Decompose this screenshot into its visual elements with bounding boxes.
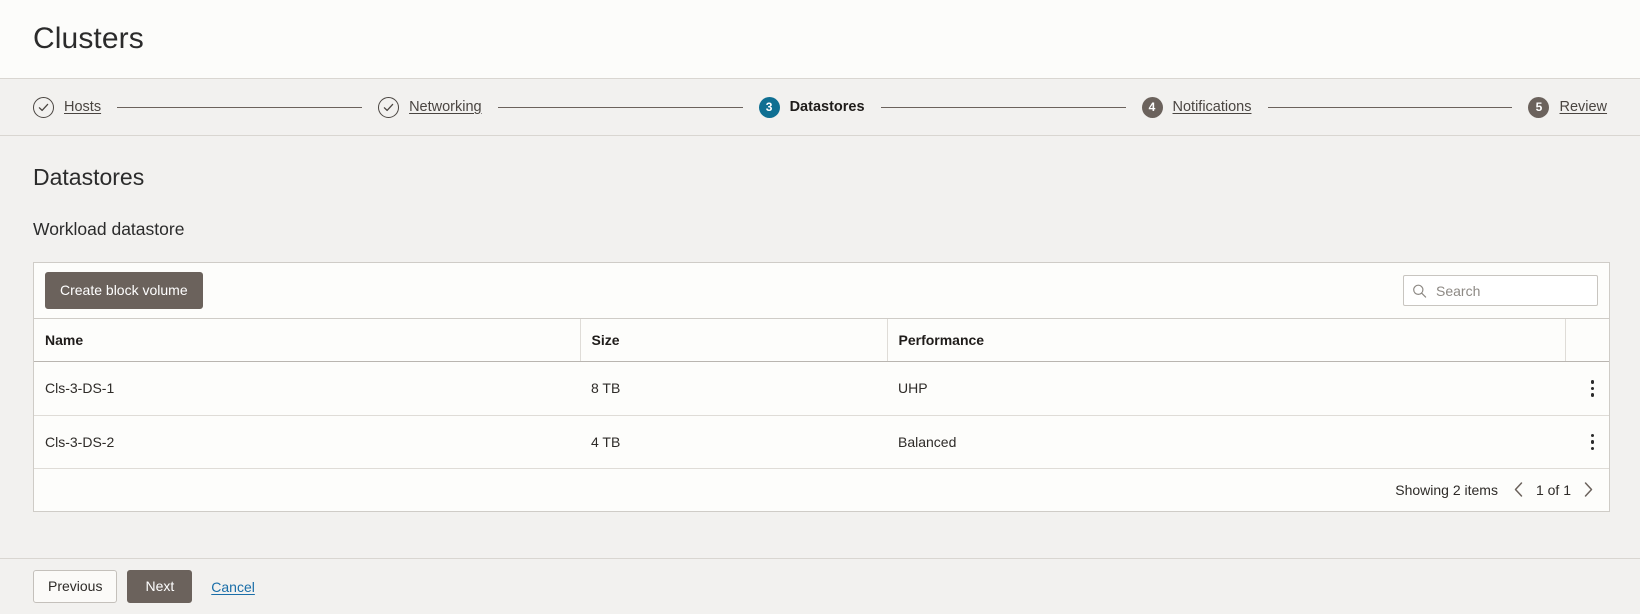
wizard-step-datastores-label: Datastores <box>789 99 865 115</box>
showing-items-text: Showing 2 items <box>1395 481 1498 498</box>
datastores-table: Name Size Performance Cls-3-DS-1 8 TB UH… <box>34 319 1609 469</box>
step-marker-number-3: 3 <box>758 96 780 118</box>
step-marker-number-4: 4 <box>1141 96 1163 118</box>
wizard-step-hosts-label[interactable]: Hosts <box>64 99 101 115</box>
wizard-step-datastores[interactable]: 3 Datastores <box>758 96 865 118</box>
step-connector-2 <box>497 106 743 108</box>
table-body: Cls-3-DS-1 8 TB UHP Cls-3-DS-2 4 TB Bala… <box>34 361 1609 469</box>
wizard-step-hosts[interactable]: Hosts <box>33 96 101 118</box>
wizard-stepper: Hosts Networking 3 Datastores 4 Notifica… <box>0 79 1640 136</box>
page-indicator: 1 of 1 <box>1535 481 1571 498</box>
chevron-left-icon[interactable] <box>1512 481 1525 498</box>
clusters-wizard-page: Clusters Hosts Networking 3 Datastores 4… <box>0 0 1640 614</box>
cell-performance: Balanced <box>887 415 1565 469</box>
cell-size: 4 TB <box>580 415 887 469</box>
step-marker-number-5: 5 <box>1528 96 1550 118</box>
page-title: Clusters <box>33 22 144 55</box>
wizard-step-review-label[interactable]: Review <box>1559 99 1607 115</box>
datagrid-toolbar: Create block volume <box>34 263 1609 319</box>
column-header-name[interactable]: Name <box>34 319 581 362</box>
cell-size: 8 TB <box>580 361 887 416</box>
wizard-step-networking-label[interactable]: Networking <box>409 99 482 115</box>
wizard-step-notifications-label[interactable]: Notifications <box>1173 99 1252 115</box>
wizard-step-notifications[interactable]: 4 Notifications <box>1141 96 1252 118</box>
kebab-menu-icon[interactable] <box>1576 430 1609 455</box>
chevron-right-icon[interactable] <box>1582 481 1595 498</box>
wizard-action-bar: Previous Next Cancel <box>0 558 1640 614</box>
main-content: Datastores Workload datastore Create blo… <box>0 136 1640 558</box>
column-header-performance[interactable]: Performance <box>887 319 1566 362</box>
table-header-row: Name Size Performance <box>34 319 1609 362</box>
wizard-step-review[interactable]: 5 Review <box>1528 96 1607 118</box>
cell-actions <box>1565 361 1609 416</box>
step-connector-1 <box>117 106 363 108</box>
cell-name: Cls-3-DS-1 <box>34 361 580 416</box>
next-button[interactable]: Next <box>127 570 193 603</box>
table-head: Name Size Performance <box>34 319 1609 362</box>
datagrid-footer: Showing 2 items 1 of 1 <box>34 469 1609 511</box>
table-row[interactable]: Cls-3-DS-2 4 TB Balanced <box>34 415 1609 469</box>
step-connector-4 <box>1267 106 1513 108</box>
cell-performance: UHP <box>887 361 1565 416</box>
cell-actions <box>1565 415 1609 469</box>
search-input[interactable] <box>1403 275 1598 306</box>
page-header: Clusters <box>0 0 1640 79</box>
column-header-size[interactable]: Size <box>580 319 888 362</box>
wizard-step-networking[interactable]: Networking <box>378 96 482 118</box>
kebab-menu-icon[interactable] <box>1576 376 1609 401</box>
cancel-link[interactable]: Cancel <box>211 579 255 595</box>
datastores-datagrid: Create block volume Name Size <box>33 262 1610 512</box>
cell-name: Cls-3-DS-2 <box>34 415 580 469</box>
column-header-actions <box>1565 319 1609 362</box>
step-connector-3 <box>880 106 1126 108</box>
pagination-control: 1 of 1 <box>1512 481 1595 498</box>
previous-button[interactable]: Previous <box>33 570 118 603</box>
search-box <box>1403 275 1598 306</box>
table-row[interactable]: Cls-3-DS-1 8 TB UHP <box>34 361 1609 416</box>
create-block-volume-button[interactable]: Create block volume <box>45 272 203 309</box>
section-title: Datastores <box>33 164 145 190</box>
step-marker-check-icon <box>378 96 400 118</box>
subsection-title: Workload datastore <box>33 219 185 239</box>
step-marker-check-icon <box>33 96 54 118</box>
